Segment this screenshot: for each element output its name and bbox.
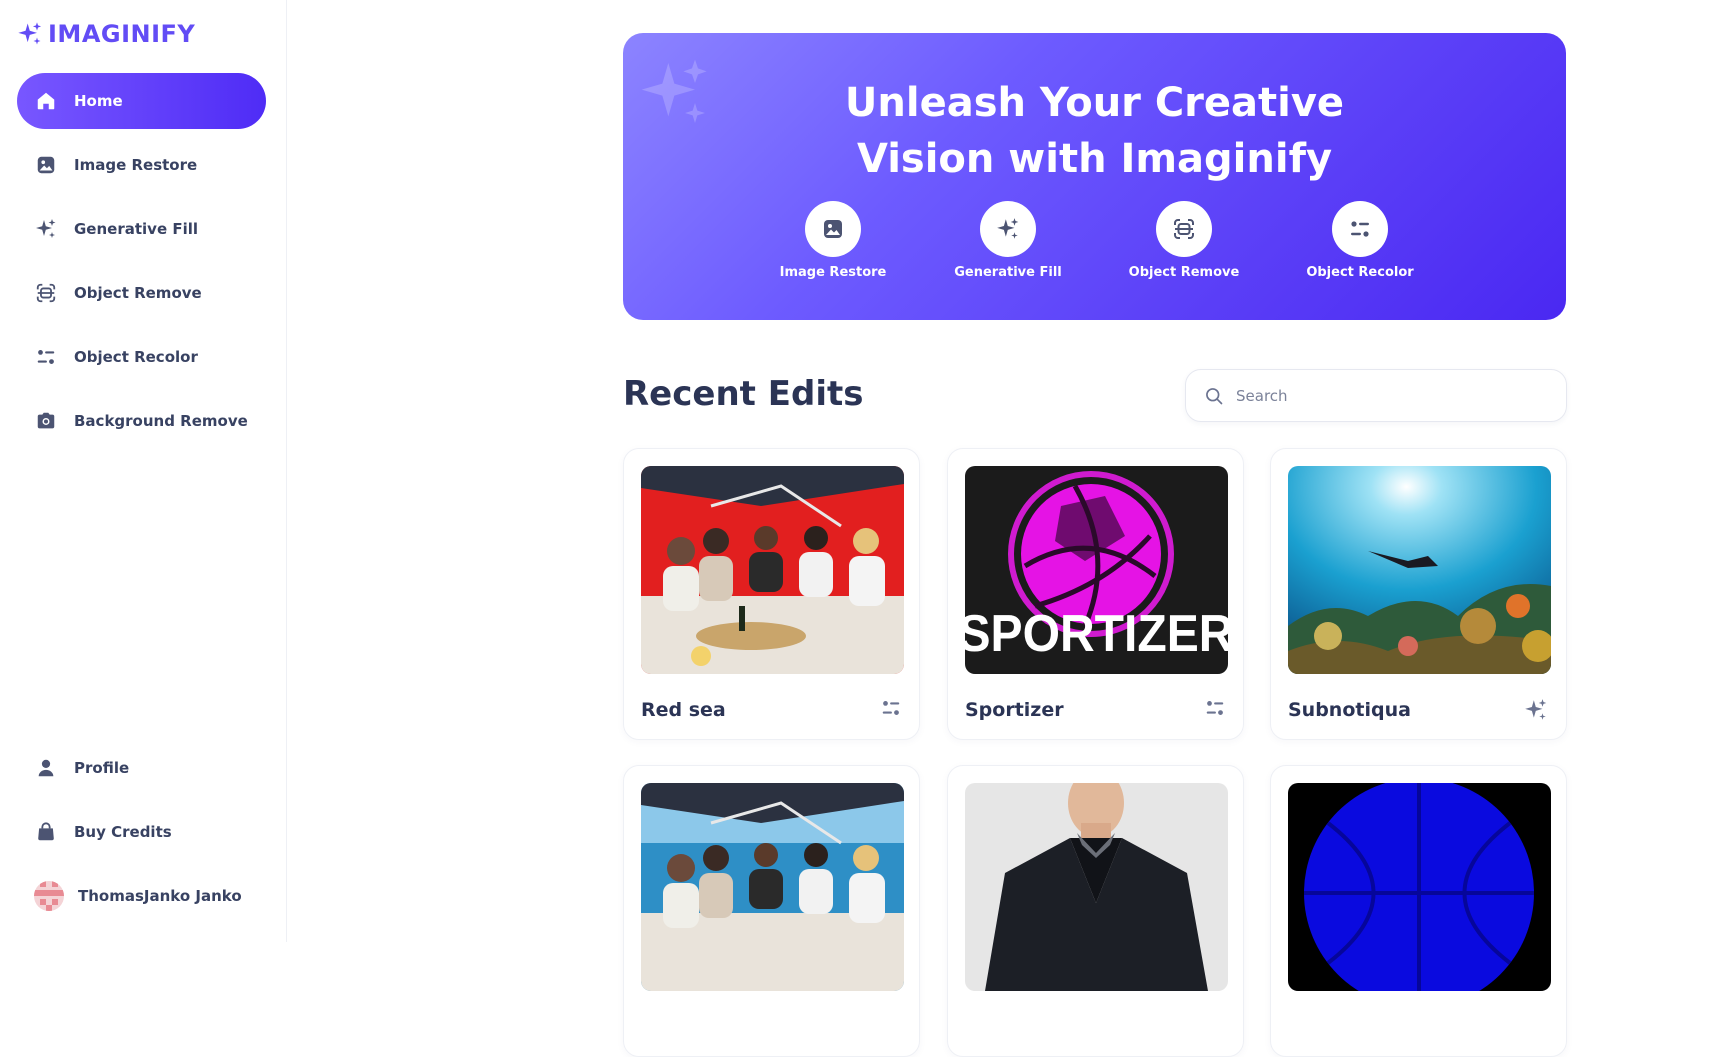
- edit-thumbnail[interactable]: [641, 466, 904, 674]
- sidebar-item-label: Object Recolor: [74, 348, 198, 366]
- brand-logo[interactable]: IMAGINIFY: [16, 20, 195, 48]
- edit-card-title: Subnotiqua: [1288, 699, 1411, 721]
- scan-icon: [1156, 201, 1212, 257]
- banner-title-line-2: Vision with Imaginify: [856, 136, 1333, 182]
- filter-icon: [1204, 697, 1226, 723]
- sidebar-item-profile[interactable]: Profile: [17, 740, 266, 796]
- hero-banner: Unleash Your Creative Vision with Imagin…: [623, 33, 1566, 320]
- banner-title: Unleash Your Creative Vision with Imagin…: [623, 75, 1566, 187]
- sidebar-bottom-nav: Profile Buy Credits ThomasJanko Janko: [17, 740, 266, 924]
- sidebar-item-label: Buy Credits: [74, 823, 172, 841]
- stars-icon: [1523, 697, 1549, 727]
- image-icon: [34, 153, 58, 177]
- edit-thumbnail[interactable]: [1288, 783, 1551, 991]
- quick-link-label: Object Recolor: [1306, 265, 1414, 280]
- filter-icon: [1332, 201, 1388, 257]
- edit-thumbnail[interactable]: [1288, 466, 1551, 674]
- edit-card-title: Sportizer: [965, 699, 1064, 721]
- sidebar-item-label: Image Restore: [74, 156, 198, 174]
- edit-card[interactable]: [623, 765, 920, 1057]
- quick-link-label: Object Remove: [1128, 265, 1240, 280]
- sidebar-item-label: Object Remove: [74, 284, 202, 302]
- camera-icon: [34, 409, 58, 433]
- edit-card-title: Red sea: [641, 699, 726, 721]
- quick-link-object-remove[interactable]: Object Remove: [1114, 201, 1254, 280]
- sidebar-item-background-remove[interactable]: Background Remove: [17, 393, 266, 449]
- profile-icon: [34, 756, 58, 780]
- brand-name: IMAGINIFY: [48, 20, 196, 48]
- home-icon: [34, 89, 58, 113]
- search-input[interactable]: [1236, 386, 1536, 405]
- sidebar-item-image-restore[interactable]: Image Restore: [17, 137, 266, 193]
- edit-card[interactable]: SPORTIZER Sportizer: [947, 448, 1244, 740]
- search-box[interactable]: [1185, 369, 1567, 422]
- scan-icon: [34, 281, 58, 305]
- sidebar-item-label: Profile: [74, 759, 130, 777]
- sidebar-item-label: Background Remove: [74, 412, 248, 430]
- thumbnail-logo-text: SPORTIZER: [965, 605, 1228, 663]
- recent-edits-title: Recent Edits: [623, 374, 864, 414]
- logo-sparkle-icon: [16, 20, 44, 48]
- edit-thumbnail[interactable]: [641, 783, 904, 991]
- sidebar-item-generative-fill[interactable]: Generative Fill: [17, 201, 266, 257]
- filter-icon: [880, 697, 902, 723]
- user-name: ThomasJanko Janko: [78, 887, 242, 905]
- banner-title-line-1: Unleash Your Creative: [844, 80, 1345, 126]
- edit-card[interactable]: [1270, 765, 1567, 1057]
- sidebar-item-buy-credits[interactable]: Buy Credits: [17, 804, 266, 860]
- search-icon: [1204, 386, 1224, 406]
- sidebar-nav: Home Image Restore Generative Fill Objec…: [17, 73, 266, 457]
- image-icon: [805, 201, 861, 257]
- quick-link-image-restore[interactable]: Image Restore: [763, 201, 903, 280]
- edit-thumbnail[interactable]: [965, 783, 1228, 991]
- quick-link-object-recolor[interactable]: Object Recolor: [1290, 201, 1430, 280]
- stars-icon: [980, 201, 1036, 257]
- quick-link-label: Generative Fill: [954, 265, 1062, 280]
- edit-card[interactable]: Subnotiqua: [1270, 448, 1567, 740]
- quick-link-label: Image Restore: [779, 265, 887, 280]
- quick-link-generative-fill[interactable]: Generative Fill: [938, 201, 1078, 280]
- sidebar-item-object-recolor[interactable]: Object Recolor: [17, 329, 266, 385]
- user-account-button[interactable]: ThomasJanko Janko: [17, 868, 266, 924]
- bag-icon: [34, 820, 58, 844]
- avatar: [34, 881, 64, 911]
- sidebar-item-label: Home: [74, 92, 123, 110]
- sidebar-item-home[interactable]: Home: [17, 73, 266, 129]
- stars-icon: [34, 217, 58, 241]
- filter-icon: [34, 345, 58, 369]
- edit-card[interactable]: [947, 765, 1244, 1057]
- sidebar: IMAGINIFY Home Image Restore Generative …: [0, 0, 287, 942]
- sidebar-item-object-remove[interactable]: Object Remove: [17, 265, 266, 321]
- edit-thumbnail[interactable]: SPORTIZER: [965, 466, 1228, 674]
- edit-card[interactable]: Red sea: [623, 448, 920, 740]
- sidebar-item-label: Generative Fill: [74, 220, 199, 238]
